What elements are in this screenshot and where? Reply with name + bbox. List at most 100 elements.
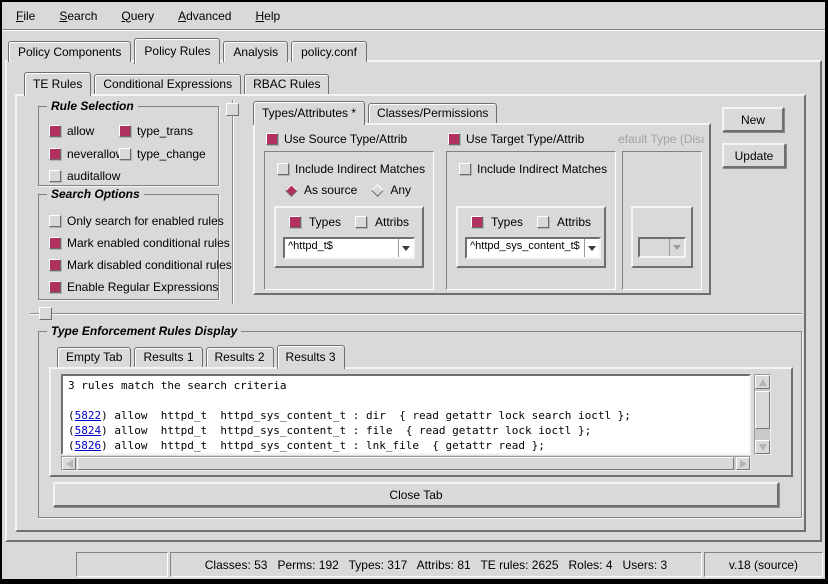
vertical-sash-handle[interactable] — [226, 103, 239, 116]
checkbox-source-indirect[interactable]: Include Indirect Matches — [277, 162, 425, 176]
dropdown-arrow-icon[interactable] — [398, 239, 413, 257]
checkbox-label: auditallow — [67, 169, 120, 183]
checkbox-type-change[interactable]: type_change — [119, 147, 206, 161]
checkbox-label: allow — [67, 124, 94, 138]
tab-empty[interactable]: Empty Tab — [57, 347, 131, 367]
checkbox-mark-disabled-conditional[interactable]: Mark disabled conditional rules — [49, 258, 232, 272]
tab-results-3[interactable]: Results 3 — [277, 345, 345, 369]
checkbox-label: neverallow — [67, 147, 124, 161]
checkbox-label: type_change — [137, 147, 206, 161]
results-tab-bar: Empty Tab Results 1 Results 2 Results 3 — [57, 343, 345, 367]
tab-results-1[interactable]: Results 1 — [134, 347, 202, 367]
menu-advanced[interactable]: Advanced — [174, 7, 235, 25]
tab-te-rules[interactable]: TE Rules — [24, 72, 91, 96]
tab-rbac-rules[interactable]: RBAC Rules — [244, 74, 329, 94]
results-text-area[interactable]: 3 rules match the search criteria (5822)… — [61, 374, 751, 455]
radio-as-source[interactable]: As source — [287, 183, 357, 197]
rule-link[interactable]: 5826 — [75, 439, 102, 452]
checkbox-mark-enabled-conditional[interactable]: Mark enabled conditional rules — [49, 236, 230, 250]
horizontal-scrollbar-thumb[interactable] — [77, 457, 734, 470]
checkbox-use-source-type[interactable]: Use Source Type/Attrib — [266, 132, 407, 146]
checkbox-target-types[interactable]: Types — [471, 215, 523, 229]
checkbox-neverallow[interactable]: neverallow — [49, 147, 124, 161]
checkbox-target-indirect[interactable]: Include Indirect Matches — [459, 162, 607, 176]
update-button[interactable]: Update — [722, 143, 786, 168]
checkbox-indicator — [49, 170, 61, 182]
scroll-left-button[interactable] — [62, 457, 76, 470]
te-display-group: Type Enforcement Rules Display Empty Tab… — [38, 331, 802, 518]
vertical-sash — [232, 100, 234, 304]
scroll-down-button[interactable] — [755, 440, 770, 454]
checkbox-indicator — [119, 148, 131, 160]
tab-results-2[interactable]: Results 2 — [206, 347, 274, 367]
default-type-inner-frame — [631, 206, 693, 268]
checkbox-label: Attribs — [557, 215, 591, 229]
rule-link[interactable]: 5822 — [75, 409, 102, 422]
checkbox-use-target-type[interactable]: Use Target Type/Attrib — [448, 132, 584, 146]
default-type-frame — [622, 151, 702, 290]
target-type-combobox[interactable]: ^httpd_sys_content_t$ — [465, 237, 601, 259]
source-type-frame: Include Indirect Matches As source Any T… — [264, 151, 434, 290]
checkbox-enable-regex[interactable]: Enable Regular Expressions — [49, 280, 218, 294]
menu-help[interactable]: Help — [251, 7, 284, 25]
checkbox-only-enabled-rules[interactable]: Only search for enabled rules — [49, 214, 224, 228]
radio-label: As source — [304, 183, 357, 197]
horizontal-scrollbar[interactable] — [61, 456, 751, 471]
tab-policy-rules[interactable]: Policy Rules — [134, 38, 220, 64]
checkbox-label: Mark enabled conditional rules — [67, 236, 230, 250]
tab-analysis[interactable]: Analysis — [223, 41, 288, 62]
vertical-scrollbar-thumb[interactable] — [755, 391, 770, 429]
search-options-title: Search Options — [47, 187, 144, 201]
checkbox-label: Attribs — [375, 215, 409, 229]
checkbox-label: Use Source Type/Attrib — [284, 132, 407, 146]
default-type-combobox — [638, 237, 686, 258]
checkbox-indicator — [266, 133, 278, 145]
policy-version: v.18 (source) — [729, 558, 798, 572]
checkbox-allow[interactable]: allow — [49, 124, 94, 138]
checkbox-label: Types — [491, 215, 523, 229]
results-frame: 3 rules match the search criteria (5822)… — [49, 367, 793, 477]
scroll-right-button[interactable] — [736, 457, 750, 470]
radio-any[interactable]: Any — [373, 183, 411, 197]
menu-file[interactable]: File — [12, 7, 39, 25]
checkbox-label: Only search for enabled rules — [67, 214, 224, 228]
rule-line: (5822) allow httpd_t httpd_sys_content_t… — [68, 408, 744, 423]
checkbox-source-types[interactable]: Types — [289, 215, 341, 229]
horizontal-sash-handle[interactable] — [39, 307, 52, 320]
checkbox-source-attribs[interactable]: Attribs — [355, 215, 409, 229]
paren: ( — [68, 424, 75, 437]
tab-policy-conf[interactable]: policy.conf — [291, 41, 367, 62]
checkbox-indicator — [289, 216, 301, 228]
status-cell-version: v.18 (source) — [704, 552, 823, 577]
tab-conditional-expressions[interactable]: Conditional Expressions — [94, 74, 241, 94]
scroll-up-button[interactable] — [755, 375, 770, 389]
source-types-attribs-frame: Types Attribs ^httpd_t$ — [274, 206, 424, 268]
checkbox-indicator — [49, 148, 61, 160]
checkbox-indicator — [49, 237, 61, 249]
rule-selection-group: Rule Selection allow type_trans neverall… — [38, 106, 219, 186]
tab-types-attributes[interactable]: Types/Attributes * — [253, 101, 365, 125]
checkbox-auditallow[interactable]: auditallow — [49, 169, 120, 183]
menu-query[interactable]: Query — [117, 7, 158, 25]
target-types-attribs-frame: Types Attribs ^httpd_sys_content_t$ — [456, 206, 606, 268]
checkbox-target-attribs[interactable]: Attribs — [537, 215, 591, 229]
status-cell-empty — [76, 552, 168, 577]
vertical-scrollbar[interactable] — [754, 374, 771, 455]
rule-link[interactable]: 5824 — [75, 424, 102, 437]
checkbox-type-trans[interactable]: type_trans — [119, 124, 193, 138]
checkbox-label: Mark disabled conditional rules — [67, 258, 232, 272]
source-type-combobox[interactable]: ^httpd_t$ — [283, 237, 415, 259]
paren: ( — [68, 409, 75, 422]
tab-classes-permissions[interactable]: Classes/Permissions — [368, 103, 497, 123]
rule-text: ) allow httpd_t httpd_sys_content_t : di… — [101, 409, 631, 422]
radio-indicator — [285, 184, 298, 197]
tab-policy-components[interactable]: Policy Components — [8, 41, 131, 62]
dropdown-arrow-icon[interactable] — [584, 239, 599, 257]
horizontal-sash — [30, 313, 802, 315]
new-button[interactable]: New — [722, 107, 784, 132]
menu-search[interactable]: Search — [55, 7, 101, 25]
checkbox-indicator — [448, 133, 460, 145]
close-tab-button[interactable]: Close Tab — [53, 482, 779, 507]
results-summary: 3 rules match the search criteria — [68, 378, 744, 393]
rule-line: (5824) allow httpd_t httpd_sys_content_t… — [68, 423, 744, 438]
